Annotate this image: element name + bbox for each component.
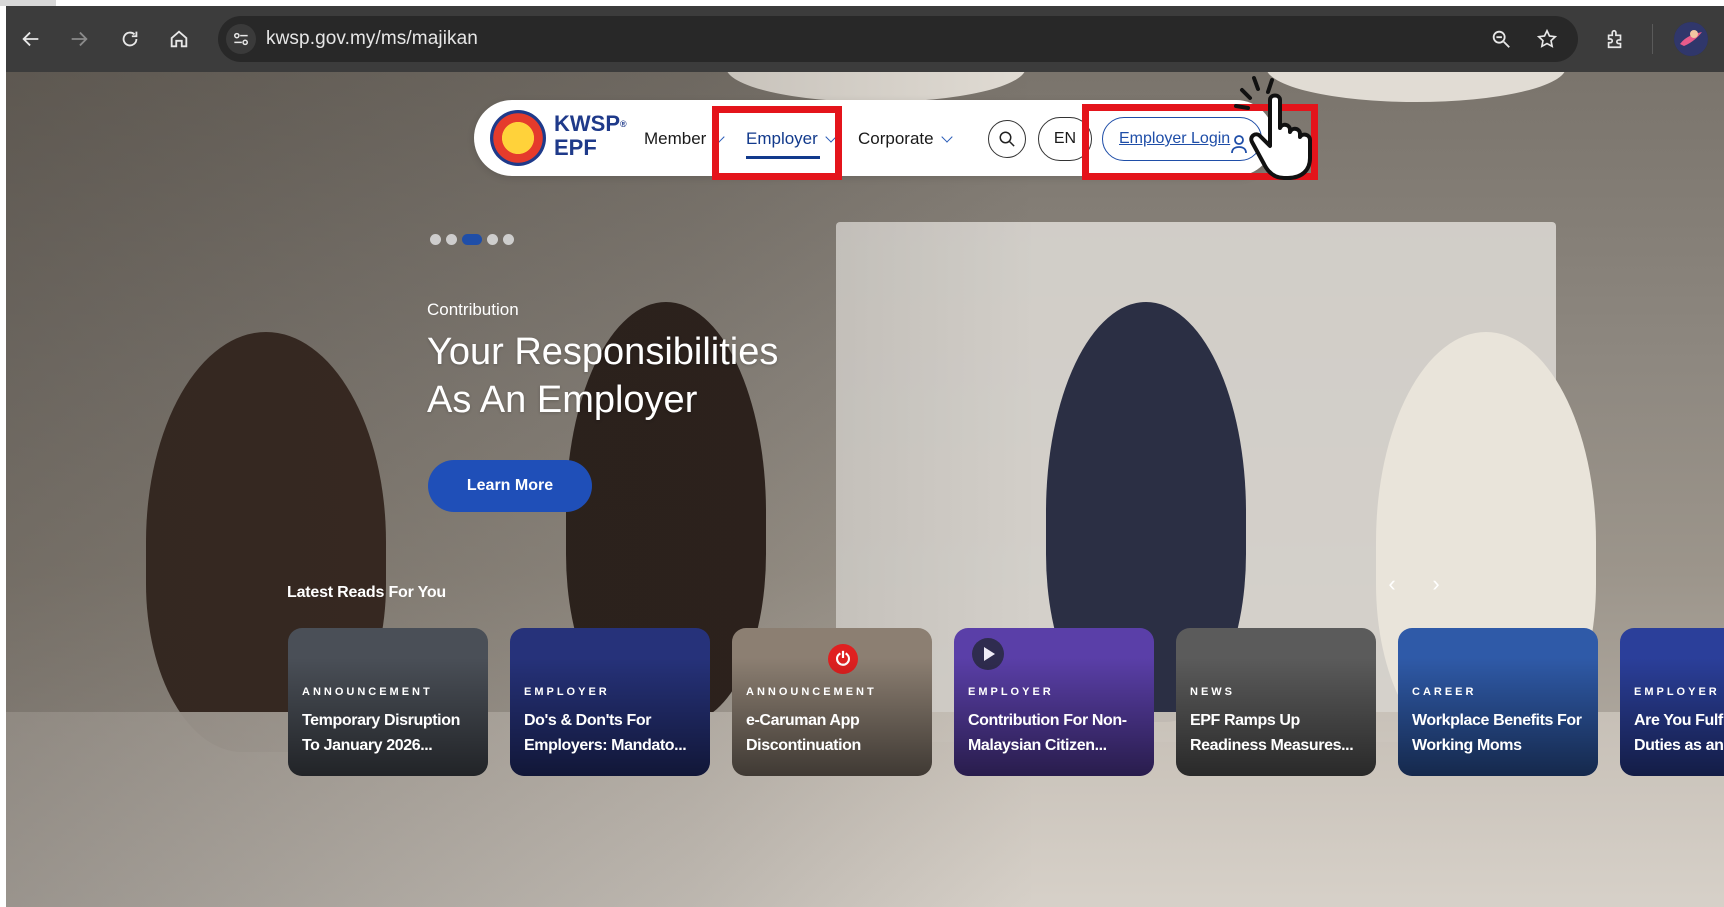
url-text[interactable]: kwsp.gov.my/ms/majikan [266, 24, 478, 54]
site-settings-icon[interactable] [226, 24, 256, 54]
card-title-line2: Working Moms [1412, 737, 1522, 754]
article-card[interactable]: NEWS EPF Ramps Up Readiness Measures... [1176, 628, 1376, 776]
card-title-line1: EPF Ramps Up [1190, 712, 1300, 729]
article-card[interactable]: ⏻ ANNOUNCEMENT e-Caruman AppDiscontinuat… [732, 628, 932, 776]
card-title-line1: e-Caruman App [746, 712, 860, 729]
card-title: e-Caruman App Discontinuation [746, 708, 932, 758]
nav-member-label: Member [644, 129, 707, 148]
card-title-line2: Duties as an... [1634, 737, 1724, 754]
card-title-line2: Malaysian Citizen... [968, 737, 1107, 754]
logo-kwsp: KWSP [554, 111, 620, 136]
bookmark-star-icon[interactable] [1532, 24, 1562, 54]
card-title: Contribution For Non- Malaysian Citizen..… [968, 708, 1154, 758]
hand-pointer-icon [1232, 72, 1342, 182]
hero-overlay [6, 72, 1724, 907]
profile-avatar[interactable] [1674, 22, 1708, 56]
home-icon[interactable] [164, 24, 194, 54]
carousel-dot[interactable] [446, 234, 457, 245]
article-card[interactable]: EMPLOYER Are You Fulfil Duties as an... [1620, 628, 1724, 776]
reload-icon[interactable] [115, 24, 145, 54]
card-title-line2: To January 2026... [302, 737, 433, 754]
article-card[interactable]: CAREER Workplace Benefits For Working Mom… [1398, 628, 1598, 776]
latest-reads-title: Latest Reads For You [287, 584, 447, 601]
carousel-dot[interactable] [487, 234, 498, 245]
kwsp-logo[interactable] [490, 110, 546, 166]
window-edge [0, 6, 6, 907]
nav-corporate-label: Corporate [858, 129, 934, 148]
card-title: Do's & Don'ts For Employers: Mandato... [524, 708, 710, 758]
carousel-dot-active[interactable] [462, 234, 482, 245]
article-card[interactable]: ANNOUNCEMENT Temporary Disruption To Janu… [288, 628, 488, 776]
zoom-icon[interactable] [1486, 24, 1516, 54]
tab-strip [0, 0, 1724, 6]
card-title: EPF Ramps Up Readiness Measures... [1190, 708, 1376, 758]
logo-epf: EPF [554, 135, 597, 160]
card-tag: CAREER [1412, 686, 1477, 698]
card-tag: EMPLOYER [1634, 686, 1720, 698]
carousel-dot[interactable] [503, 234, 514, 245]
hero-eyebrow: Contribution [427, 300, 519, 319]
card-tag: ANNOUNCEMENT [746, 686, 877, 698]
carousel-prev-icon[interactable]: ‹ [1378, 570, 1406, 598]
kwsp-logo-text[interactable]: KWSP® EPF [554, 112, 627, 160]
hero-headline: Your Responsibilities As An Employer [427, 328, 947, 424]
card-tag: ANNOUNCEMENT [302, 686, 433, 698]
card-title-line2: Discontinuation [746, 737, 861, 754]
hero-headline-line1: Your Responsibilities [427, 331, 779, 373]
back-arrow-icon[interactable] [16, 24, 46, 54]
hero-section: KWSP® EPF Member Employer Corporate EN E… [6, 72, 1724, 907]
hero-headline-line2: As An Employer [427, 379, 698, 421]
card-title-line1: Workplace Benefits For [1412, 712, 1582, 729]
card-tag: NEWS [1190, 686, 1235, 698]
browser-toolbar: kwsp.gov.my/ms/majikan [0, 0, 1724, 72]
carousel-dot[interactable] [430, 234, 441, 245]
forward-arrow-icon[interactable] [64, 24, 94, 54]
card-title-line1: Are You Fulfil [1634, 712, 1724, 729]
logo-registered: ® [620, 119, 627, 129]
learn-more-button[interactable]: Learn More [428, 460, 592, 512]
carousel-dots [430, 234, 514, 246]
card-title-line1: Temporary Disruption [302, 712, 460, 729]
card-title-line2: Employers: Mandato... [524, 737, 687, 754]
highlight-employer-menu [712, 106, 842, 180]
card-tag: EMPLOYER [968, 686, 1054, 698]
search-button[interactable] [988, 120, 1026, 158]
card-title-line1: Do's & Don'ts For [524, 712, 652, 729]
toolbar-separator [1652, 24, 1653, 54]
search-icon [999, 131, 1015, 147]
card-title: Workplace Benefits For Working Moms [1412, 708, 1598, 758]
tab-stub[interactable] [0, 0, 56, 6]
card-tag: EMPLOYER [524, 686, 610, 698]
carousel-next-icon[interactable]: › [1422, 570, 1450, 598]
article-card[interactable]: EMPLOYER Do's & Don'ts For Employers: Man… [510, 628, 710, 776]
nav-corporate[interactable]: Corporate [858, 126, 953, 152]
card-title: Are You Fulfil Duties as an... [1634, 708, 1724, 758]
extensions-icon[interactable] [1600, 24, 1630, 54]
article-card[interactable]: EMPLOYER Contribution For Non- Malaysian … [954, 628, 1154, 776]
card-title-line1: Contribution For Non- [968, 712, 1127, 729]
card-title-line2: Readiness Measures... [1190, 737, 1354, 754]
card-title: Temporary Disruption To January 2026... [302, 708, 488, 758]
chevron-down-icon [940, 131, 953, 143]
